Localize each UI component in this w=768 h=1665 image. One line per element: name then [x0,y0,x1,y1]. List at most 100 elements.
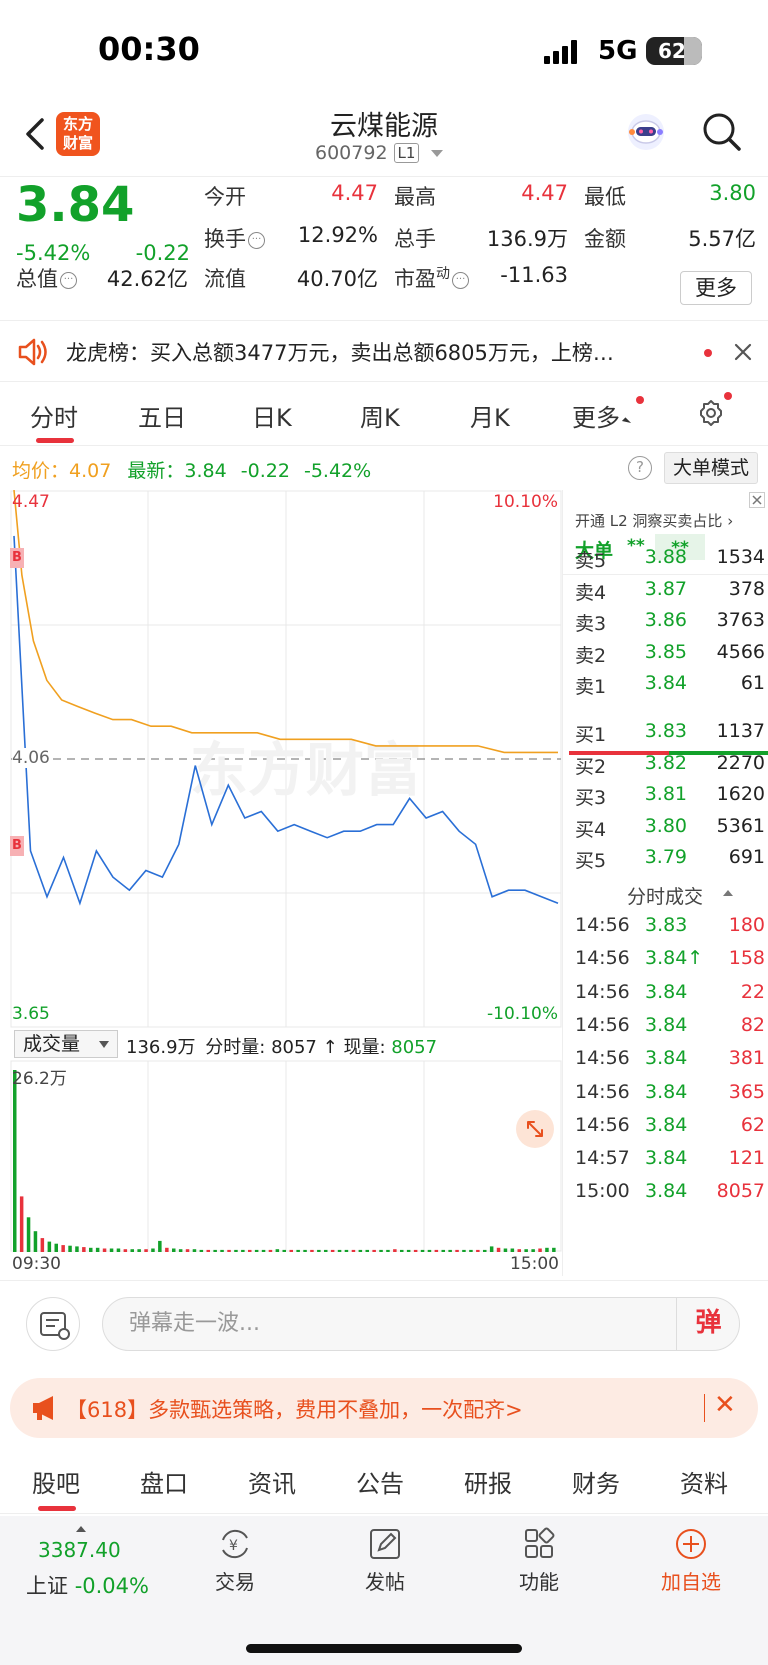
tab-5day[interactable]: 五日 [138,398,186,433]
help-icon[interactable]: ? [628,456,652,480]
bid-row[interactable]: 买1 3.83 1137 [575,720,765,750]
high-label: 最高 [394,185,436,209]
bid-row[interactable]: 买5 3.79 691 [575,846,765,876]
intraday-price-chart[interactable]: 东方财富 4.47 4.06 3.65 10.10% -10.10% B B [10,489,562,1028]
ask-row[interactable]: 卖4 3.87 378 [575,578,765,608]
tab-profile[interactable]: 资料 [680,1464,728,1499]
volume-bar [192,1249,197,1252]
pe-label[interactable]: 市盈动 ··· [394,263,469,293]
volume-bar [310,1249,314,1252]
tab-pankou[interactable]: 盘口 [140,1464,188,1499]
ai-assistant-icon[interactable] [624,110,668,154]
latest-change: -0.22 [240,460,290,482]
bid-row[interactable]: 买3 3.81 1620 [575,783,765,813]
active-tab-indicator [36,438,74,443]
volume-bar [531,1249,535,1252]
volume-chart[interactable]: 26.2万 [10,1060,562,1252]
home-indicator [246,1644,522,1653]
ask-row[interactable]: 卖1 3.84 61 [575,672,765,702]
up-arrow-icon: ↑ [322,1037,338,1058]
tab-research[interactable]: 研报 [464,1464,512,1499]
volume-bar [296,1249,300,1252]
volume-bar [144,1249,148,1252]
ticks-title[interactable]: 分时成交 [627,882,703,909]
volume-bar [275,1249,280,1252]
more-button[interactable]: 更多 [680,271,752,305]
comment-list-icon [40,1312,70,1340]
nav-add-watchlist[interactable]: 加自选 [646,1526,736,1595]
volume-bar [178,1249,183,1252]
tab-news[interactable]: 资讯 [248,1464,296,1499]
avg-price-readout: 均价：4.07 最新：3.84 -0.22 -5.42% [12,456,371,483]
danmu-button[interactable]: 弹 [676,1297,740,1351]
tab-more[interactable]: 更多 [572,398,632,433]
info-icon: ··· [452,272,469,289]
tab-guba[interactable]: 股吧 [32,1464,80,1499]
stock-code-selector[interactable]: 600792 L1 [315,142,444,164]
indicator-select[interactable]: 成交量 [14,1030,118,1058]
tab-day-k[interactable]: 日K [252,398,292,433]
trade-icon: ¥ [222,1529,248,1559]
tick-price: 3.84 [645,1113,688,1136]
float-cap-value: 40.70亿 [296,267,378,291]
settings-gear-icon[interactable] [696,398,726,428]
tab-finance[interactable]: 财务 [572,1464,620,1499]
amount-value: 5.57亿 [688,227,756,251]
promo-banner[interactable]: 【618】多款甄选策略，费用不叠加，一次配齐> ✕ [10,1378,758,1438]
nav-trade[interactable]: ¥ 交易 [190,1526,280,1595]
nav-post[interactable]: 发帖 [340,1526,430,1595]
buy-marker[interactable]: B [10,836,24,856]
tick-volume: 82 [740,1013,765,1036]
bid-row[interactable]: 买4 3.80 5361 [575,815,765,845]
battery-icon: 62 [646,37,702,65]
expand-icon [527,1121,543,1137]
level-label: 卖5 [575,550,607,572]
app-header: 东方 财富 云煤能源 600792 L1 [0,100,768,176]
search-icon[interactable] [700,110,744,154]
volume-bar [137,1249,141,1252]
nav-functions[interactable]: 功能 [494,1526,584,1595]
volume-bar [130,1249,134,1252]
turnover-label[interactable]: 换手 ··· [204,223,265,253]
volume-grid [10,1060,562,1252]
announcement-bar[interactable]: 龙虎榜：买入总额3477万元，卖出总额6805万元，上榜… [0,320,768,382]
volume-bar [330,1249,335,1252]
grid-icon [525,1527,555,1558]
volume-bar [503,1248,508,1252]
svg-text:¥: ¥ [229,1538,238,1554]
volume-bar [489,1246,494,1252]
period-tabs: 分时 五日 日K 周K 月K 更多 [0,382,768,446]
tab-fenshi[interactable]: 分时 [30,398,78,433]
close-icon[interactable]: ✕ [714,1390,736,1420]
buy-marker[interactable]: B [10,548,24,568]
l2-upgrade-link[interactable]: 开通 L2 洞察买卖占比 › [575,510,733,531]
tick-volume: 62 [740,1113,765,1136]
ask-row[interactable]: 卖2 3.85 4566 [575,641,765,671]
tab-week-k[interactable]: 周K [360,398,400,433]
volume-bar [400,1249,404,1252]
comment-list-button[interactable] [26,1297,80,1351]
big-order-mode-button[interactable]: 大单模式 [664,452,758,484]
x-axis-start: 09:30 [12,1254,61,1274]
index-value[interactable]: 3387.40 [38,1538,121,1562]
close-icon[interactable] [734,343,752,361]
volume-bar [199,1249,204,1252]
ask-row[interactable]: 卖3 3.86 3763 [575,609,765,639]
expand-chart-button[interactable] [516,1110,554,1148]
volume-bar [54,1243,58,1252]
volume-bar [172,1248,176,1252]
danmu-input[interactable]: 弹幕走一波... [102,1297,740,1351]
level-volume: 1534 [716,546,765,568]
latest-label: 最新： [127,460,185,482]
level-price: 3.82 [644,751,687,774]
fenshi-volume: 8057 [271,1037,317,1058]
ask-row[interactable]: 卖5 3.88 1534 [575,546,765,576]
bid-row[interactable]: 买2 3.82 2270 [575,752,765,782]
close-icon[interactable] [749,492,765,508]
price-chart-svg: 东方财富 [10,489,562,1028]
tab-month-k[interactable]: 月K [470,398,510,433]
mcap-label[interactable]: 总值 ··· [16,263,77,293]
volume-bar [496,1247,501,1252]
tab-announcements[interactable]: 公告 [356,1464,404,1499]
index-row[interactable]: 上证 -0.04% [26,1570,149,1600]
